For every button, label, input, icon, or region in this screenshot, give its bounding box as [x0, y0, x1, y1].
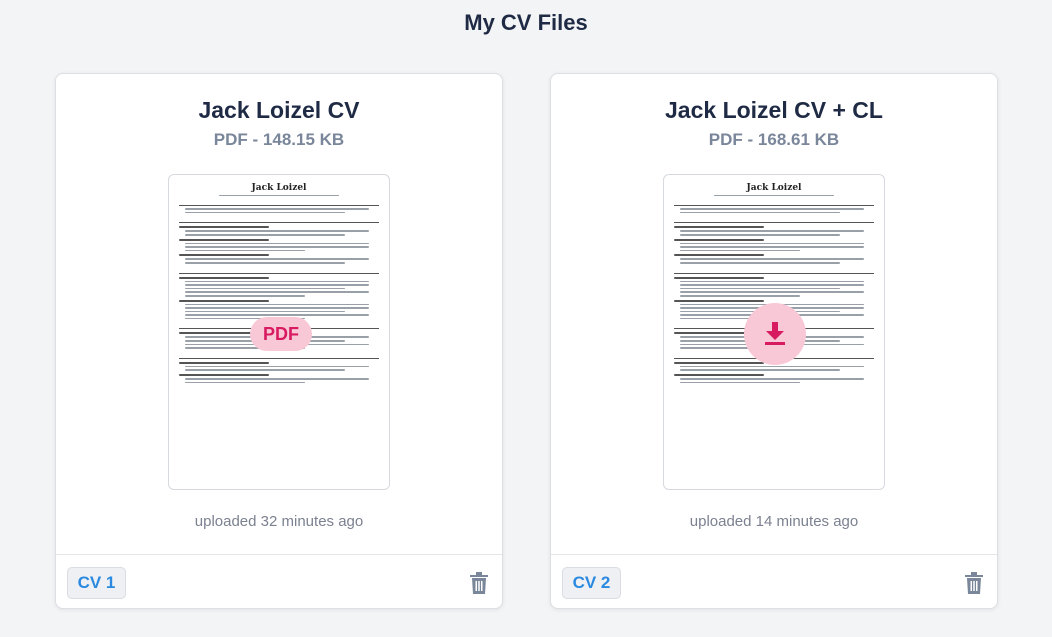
file-meta: PDF - 168.61 KB: [708, 130, 840, 149]
cv-tag-button[interactable]: CV 1: [67, 567, 126, 599]
download-button[interactable]: [744, 303, 806, 365]
upload-time: uploaded 32 minutes ago: [194, 513, 364, 530]
download-icon: [765, 322, 785, 345]
document-preview[interactable]: Jack Loizel: [663, 174, 885, 490]
page-title: My CV Files: [464, 10, 588, 35]
pdf-badge: PDF: [250, 317, 312, 351]
upload-time: uploaded 14 minutes ago: [689, 513, 859, 530]
file-meta: PDF - 148.15 KB: [213, 130, 345, 149]
cv-tag-button[interactable]: CV 2: [562, 567, 621, 599]
document-preview[interactable]: Jack Loizel PDF: [168, 174, 390, 490]
trash-icon[interactable]: [965, 572, 983, 594]
cv-file-card: Jack Loizel CV + CL PDF - 168.61 KB Jack…: [550, 73, 998, 609]
cv-file-card: Jack Loizel CV PDF - 148.15 KB Jack Loiz…: [55, 73, 503, 609]
divider: [56, 554, 502, 555]
document-name: Jack Loizel: [746, 183, 802, 193]
card-title: Jack Loizel CV + CL: [665, 97, 883, 123]
document-name: Jack Loizel: [251, 183, 307, 193]
trash-icon[interactable]: [470, 572, 488, 594]
document-thumbnail: Jack Loizel: [179, 183, 379, 384]
divider: [551, 554, 997, 555]
card-title: Jack Loizel CV: [198, 97, 360, 123]
